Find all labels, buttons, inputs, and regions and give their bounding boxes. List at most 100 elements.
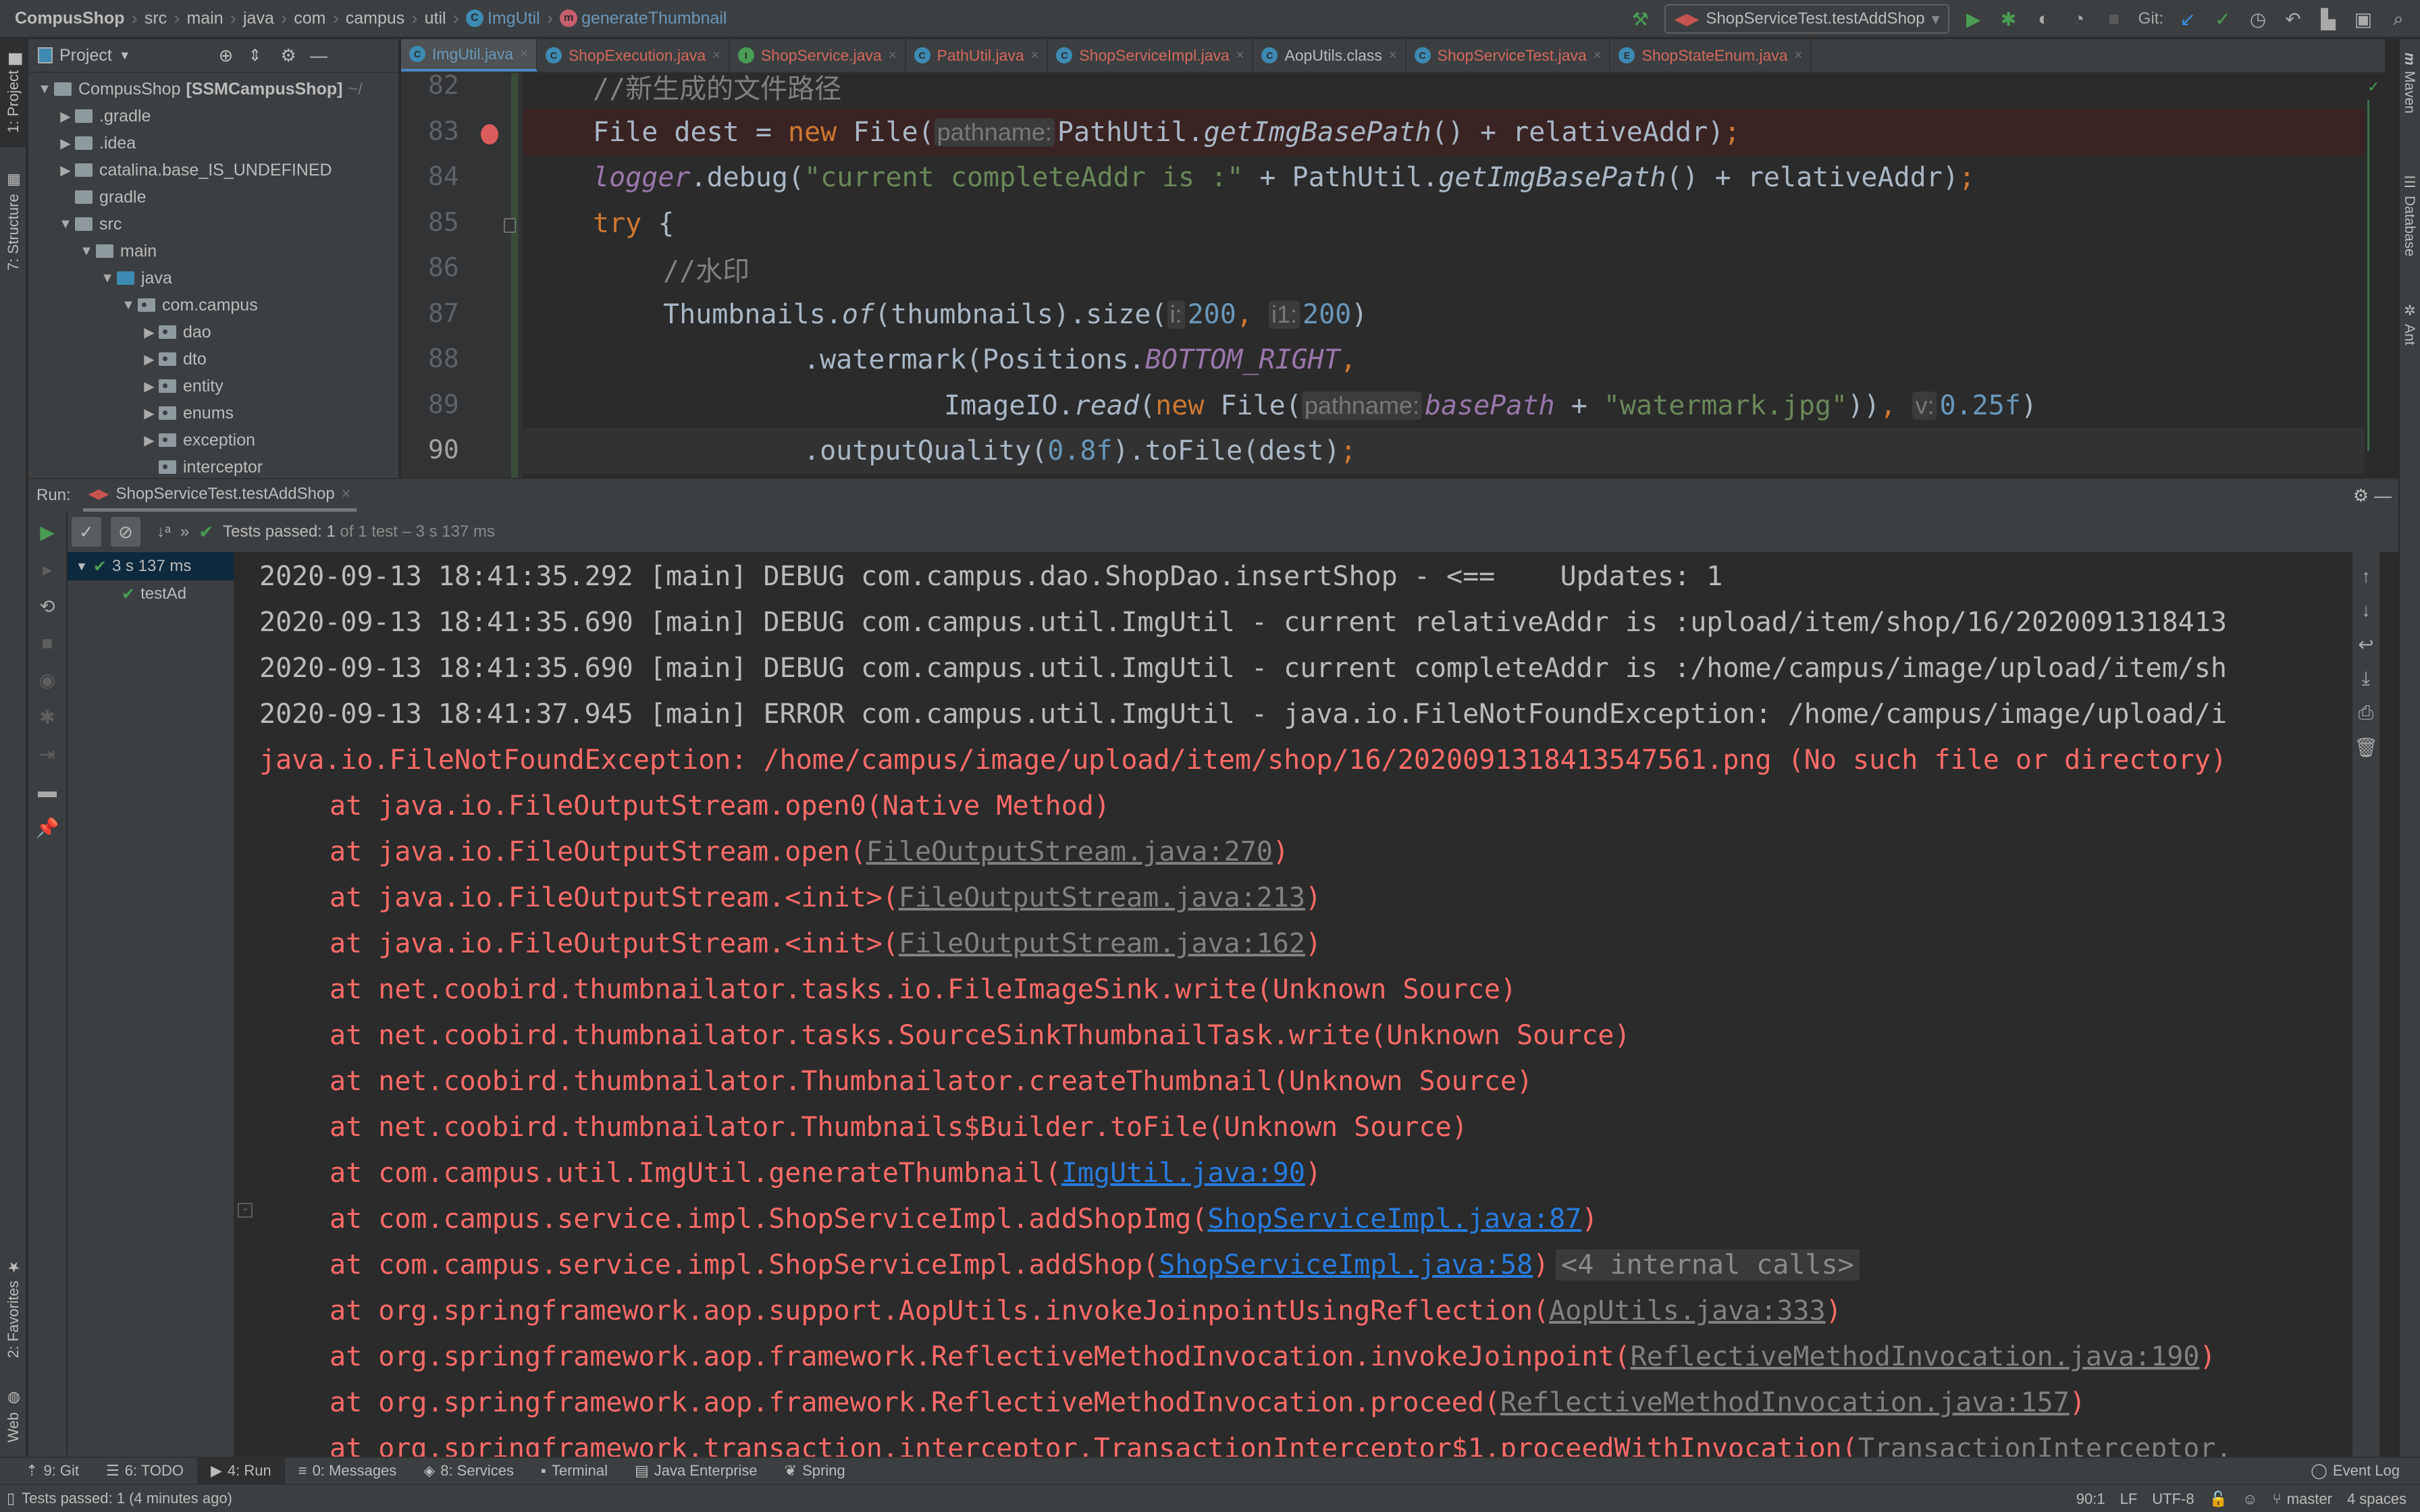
collapsed-triangle-icon[interactable]: ▶ <box>56 135 75 152</box>
tool-tab-favorites[interactable]: 2: Favorites ★ <box>0 1247 27 1369</box>
tool-window-tab[interactable]: ▪ Terminal <box>527 1457 621 1484</box>
print-icon[interactable]: ⎙ <box>2359 702 2373 724</box>
git-commit-icon[interactable]: ✓ <box>2212 8 2234 30</box>
expand-fold-icon[interactable]: + <box>238 1203 253 1218</box>
console-output[interactable]: 2020-09-13 18:41:35.292 [main] DEBUG com… <box>235 552 2379 1457</box>
git-history-icon[interactable]: ◷ <box>2247 8 2269 30</box>
breadcrumb-com[interactable]: com <box>294 9 325 28</box>
tree-item[interactable]: interceptor <box>28 454 398 481</box>
toggle-auto-test-icon[interactable]: ⟲ <box>39 595 55 618</box>
scroll-to-end-icon[interactable]: ⤓ <box>2362 668 2370 690</box>
close-icon[interactable]: × <box>1389 48 1397 63</box>
search-icon[interactable]: ⌕ <box>2388 8 2409 30</box>
tree-item[interactable]: ▶ enums <box>28 400 398 427</box>
code-line[interactable]: //新生成的文件路径 <box>523 63 2385 109</box>
more-chevron-icon[interactable]: » <box>180 522 189 541</box>
source-link[interactable]: FileOutputStream.java:213 <box>899 882 1305 913</box>
tree-item[interactable]: ▶ exception <box>28 427 398 454</box>
event-log-button[interactable]: ◯ Event Log <box>2311 1462 2400 1480</box>
collapsed-triangle-icon[interactable]: ▶ <box>140 378 159 395</box>
collapsed-triangle-icon[interactable]: ▶ <box>140 324 159 341</box>
camera-icon[interactable]: ◉ <box>39 669 55 691</box>
editor-tab[interactable]: C ImgUtil.java × <box>401 39 537 72</box>
trash-icon[interactable]: 🗑 <box>2354 736 2378 759</box>
pin-icon[interactable]: 📌 <box>36 817 59 839</box>
terminal-window-icon[interactable]: ▣ <box>2352 8 2374 30</box>
debug-bug-icon[interactable]: ✱ <box>1998 8 2020 30</box>
close-icon[interactable]: × <box>1594 48 1602 63</box>
collapsed-triangle-icon[interactable]: ▶ <box>56 162 75 179</box>
tree-item[interactable]: ▼ CompusShop [SSMCampusShop] ~/ <box>28 76 398 103</box>
tool-tab-ant[interactable]: ✲ Ant <box>2398 302 2420 377</box>
project-view-select[interactable]: Project <box>59 46 112 65</box>
code-line[interactable]: File dest = new File(pathname: PathUtil. g… <box>523 109 2385 155</box>
code-line[interactable]: //水印 <box>523 246 2385 292</box>
collapsed-triangle-icon[interactable]: ▶ <box>140 405 159 422</box>
git-update-icon[interactable]: ↙ <box>2177 8 2199 30</box>
tree-item[interactable]: ▼ java <box>28 265 398 292</box>
inspector-icon[interactable]: ☺ <box>2242 1490 2257 1508</box>
expanded-triangle-icon[interactable]: ▼ <box>35 82 54 97</box>
collapse-all-icon[interactable]: ⇕ <box>248 46 261 65</box>
tree-item[interactable]: ▶ dto <box>28 346 398 373</box>
unlock-icon[interactable]: 🔓 <box>2209 1490 2228 1508</box>
source-link[interactable]: ReflectiveMethodInvocation.java:190 <box>1631 1341 2200 1372</box>
status-message[interactable]: Tests passed: 1 (4 minutes ago) <box>22 1490 232 1507</box>
code-line[interactable]: logger .debug("current completeAddr is :"… <box>523 155 2385 200</box>
coverage-icon[interactable]: ◐ <box>2033 8 2055 30</box>
source-link[interactable]: FileOutputStream.java:162 <box>899 928 1305 959</box>
tool-window-tab[interactable]: ≡ 0: Messages <box>285 1457 411 1484</box>
breakpoint-icon[interactable] <box>481 124 498 144</box>
close-icon[interactable]: × <box>1795 48 1803 63</box>
soft-wrap-icon[interactable]: ↩ <box>2358 633 2373 655</box>
expanded-triangle-icon[interactable]: ▼ <box>56 217 75 232</box>
tree-item[interactable]: ▶ catalina.base_IS_UNDEFINED <box>28 157 398 184</box>
run-configuration-select[interactable]: ◀▶ ShopServiceTest.testAddShop ▾ <box>1664 4 1949 34</box>
run-icon[interactable]: ▶ <box>1963 8 1984 30</box>
expanded-triangle-icon[interactable]: ▼ <box>77 244 96 259</box>
source-link[interactable]: ShopServiceImpl.java:58 <box>1159 1249 1533 1280</box>
file-encoding[interactable]: UTF-8 <box>2152 1490 2194 1508</box>
up-arrow-icon[interactable]: ↑ <box>2361 566 2371 587</box>
tree-item[interactable]: ▼ main <box>28 238 398 265</box>
caret-position[interactable]: 90:1 <box>2076 1490 2105 1508</box>
breadcrumb-method[interactable]: m generateThumbnail <box>560 9 727 28</box>
collapsed-triangle-icon[interactable]: ▶ <box>140 432 159 449</box>
tool-window-tab[interactable]: ▤ Java Enterprise <box>621 1457 771 1484</box>
close-icon[interactable]: × <box>520 47 528 62</box>
gear-icon[interactable]: ⚙ <box>2353 485 2369 506</box>
fold-marker-icon[interactable] <box>504 217 516 233</box>
collapsed-triangle-icon[interactable]: ▶ <box>56 108 75 125</box>
source-link[interactable]: ImgUtil.java:90 <box>1061 1158 1305 1189</box>
tree-item[interactable]: ▶ .idea <box>28 130 398 157</box>
tree-item[interactable]: ▶ entity <box>28 373 398 400</box>
source-link[interactable]: AopUtils.java:333 <box>1549 1295 1825 1326</box>
profile-icon[interactable]: ◔ <box>2068 8 2090 30</box>
show-ignored-toggle[interactable]: ⊘ <box>111 517 140 547</box>
source-link[interactable]: TransactionInterceptor. <box>1858 1433 2232 1457</box>
down-arrow-icon[interactable]: ↓ <box>2361 599 2371 621</box>
test-tree-item[interactable]: ✔ testAd <box>68 580 234 608</box>
layout-icon[interactable]: ▬ <box>38 780 57 802</box>
tool-tab-database[interactable]: ☰ Database <box>2398 174 2420 302</box>
tool-tab-maven[interactable]: m Maven <box>2398 53 2420 161</box>
breadcrumb-util[interactable]: util <box>425 9 446 28</box>
sort-alpha-icon[interactable]: ↓ᵃ <box>157 522 171 541</box>
show-passed-toggle[interactable]: ✓ <box>72 517 101 547</box>
breadcrumb-main[interactable]: main <box>186 9 223 28</box>
close-icon[interactable]: × <box>342 485 351 504</box>
close-icon[interactable]: × <box>1031 48 1039 63</box>
expanded-triangle-icon[interactable]: ▼ <box>119 298 138 313</box>
tool-tab-project[interactable]: 1: Project ▆ <box>0 39 27 147</box>
tree-item[interactable]: ▼ src <box>28 211 398 238</box>
build-hammer-icon[interactable]: ⚒ <box>1629 8 1651 30</box>
chevron-down-icon[interactable]: ▼ <box>119 49 131 63</box>
line-separator[interactable]: LF <box>2120 1490 2138 1508</box>
source-link[interactable]: ShopServiceImpl.java:87 <box>1207 1204 1581 1235</box>
breadcrumb-java[interactable]: java <box>243 9 274 28</box>
expanded-triangle-icon[interactable]: ▼ <box>98 271 117 286</box>
tool-window-tab[interactable]: ☰ 6: TODO <box>93 1457 197 1484</box>
tool-tab-web[interactable]: Web ◍ <box>0 1382 27 1450</box>
stop-icon[interactable]: ■ <box>2103 8 2125 30</box>
debug-export-icon[interactable]: ✱ <box>39 706 55 728</box>
